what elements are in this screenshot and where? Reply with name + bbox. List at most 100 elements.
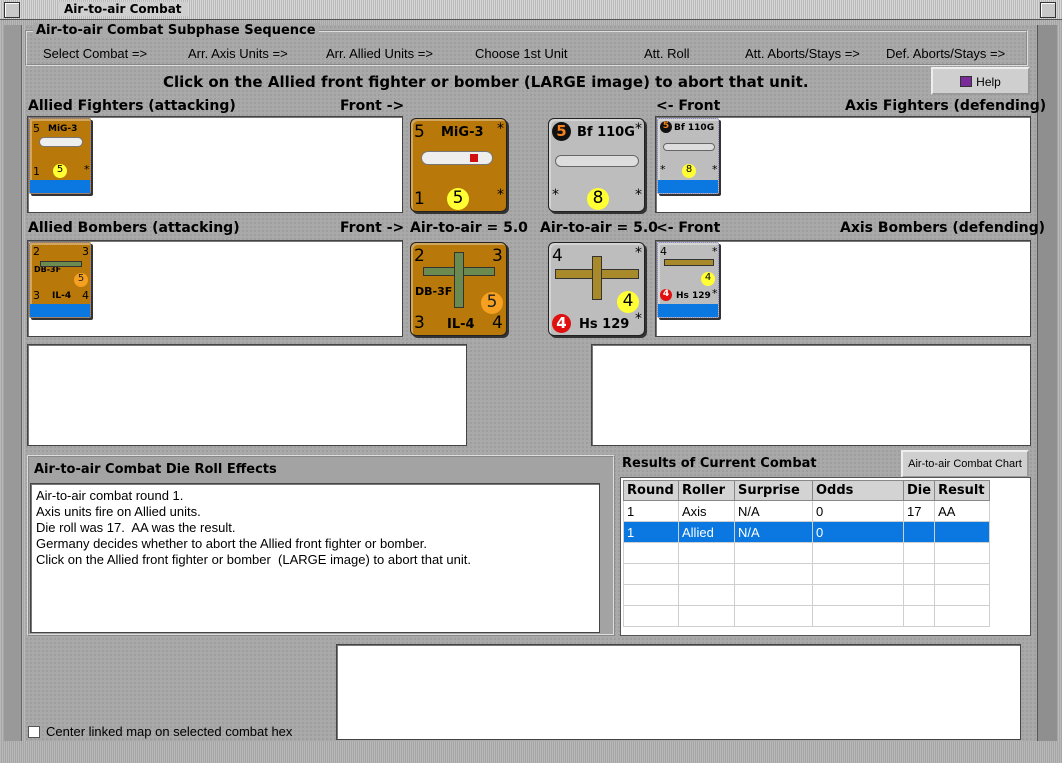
col-odds[interactable]: Odds: [812, 480, 904, 501]
counter-value: 1: [33, 165, 40, 178]
front-label-axis-fighters: <- Front: [656, 98, 721, 114]
col-surprise[interactable]: Surprise: [734, 480, 813, 501]
results-table[interactable]: Round Roller Surprise Odds Die Result 1 …: [623, 480, 991, 627]
window-title: Air-to-air Combat: [58, 2, 188, 16]
subphase-title: Air-to-air Combat Subphase Sequence: [33, 23, 319, 38]
counter-name: IL-4: [52, 291, 72, 301]
counter-name: IL-4: [447, 317, 475, 332]
air-to-air-circle: 4: [617, 291, 639, 313]
left-scrollbar[interactable]: [4, 25, 22, 741]
fighter-plane-icon: [39, 137, 83, 147]
air-to-air-circle: 5: [53, 164, 67, 178]
bomber-plane-icon: [40, 261, 82, 267]
mig3-large-counter[interactable]: 5 MiG-3 * 1 5 *: [410, 118, 507, 212]
counter-name: Bf 110G: [577, 125, 635, 140]
ground-attack-plane-icon: [664, 259, 714, 266]
die-roll-title: Air-to-air Combat Die Roll Effects: [34, 462, 277, 477]
step-arr-allied: Arr. Allied Units =>: [326, 46, 433, 61]
window-menu-button[interactable]: [4, 2, 20, 18]
counter-value: 2: [33, 245, 40, 258]
table-header-row: Round Roller Surprise Odds Die Result: [623, 480, 991, 501]
selected-bar: [30, 180, 90, 193]
step-att-aborts: Att. Aborts/Stays =>: [745, 46, 860, 61]
hs129-large-counter[interactable]: 4 * 4 4 Hs 129 *: [548, 242, 645, 336]
counter-value: 5: [414, 122, 425, 142]
col-round[interactable]: Round: [623, 480, 679, 501]
close-button[interactable]: [1040, 2, 1056, 18]
counter-value: 3: [492, 246, 503, 266]
center-map-checkbox[interactable]: [28, 726, 40, 738]
allied-info-box: [27, 344, 467, 446]
hs129-small-counter[interactable]: 4 * 4 4 Hs 129 *: [657, 242, 719, 318]
log-line: Axis units fire on Allied units.: [36, 504, 201, 519]
attack-circle: 5: [552, 122, 571, 141]
axis-air-to-air-value: Air-to-air = 5.0: [540, 220, 658, 236]
air-to-air-circle: 8: [682, 164, 696, 178]
counter-name: Hs 129: [676, 291, 711, 301]
table-row-selected[interactable]: 1 Allied N/A 0: [623, 521, 991, 543]
counter-star: *: [635, 245, 642, 261]
col-die[interactable]: Die: [902, 480, 936, 501]
counter-value: 4: [660, 245, 667, 258]
bf110g-small-counter[interactable]: 5 Bf 110G * 8 *: [657, 118, 719, 194]
counter-name: DB-3F: [415, 285, 453, 298]
cell-result: AA: [934, 500, 991, 522]
results-title: Results of Current Combat: [622, 456, 817, 471]
center-map-option[interactable]: Center linked map on selected combat hex: [28, 724, 292, 739]
cell-die: [902, 521, 936, 543]
counter-star: *: [635, 121, 642, 137]
cell-result: [934, 521, 991, 543]
step-arr-axis: Arr. Axis Units =>: [188, 46, 288, 61]
front-label-allied-fighters: Front ->: [340, 98, 405, 114]
db3f-small-counter[interactable]: 2 3 DB-3F 5 3 IL-4 4: [29, 242, 91, 318]
col-roller[interactable]: Roller: [678, 480, 735, 501]
db3f-large-counter[interactable]: 2 3 DB-3F 5 3 IL-4 4: [410, 242, 507, 336]
counter-star: *: [635, 311, 642, 327]
counter-name: Hs 129: [579, 317, 630, 332]
cell-die: 17: [902, 500, 936, 522]
front-label-allied-bombers: Front ->: [340, 220, 405, 236]
air-to-air-circle: 5: [481, 292, 503, 314]
bf110g-large-counter[interactable]: 5 Bf 110G * * 8 *: [548, 118, 645, 212]
defense-circle: 4: [660, 289, 672, 301]
die-roll-log[interactable]: Air-to-air combat round 1. Axis units fi…: [30, 483, 600, 633]
cell-roller: Axis: [678, 500, 735, 522]
counter-value: 3: [82, 245, 89, 258]
table-row[interactable]: 1 Axis N/A 0 17 AA: [623, 500, 991, 522]
counter-value: 3: [33, 289, 40, 302]
cell-odds: 0: [812, 500, 904, 522]
mig3-small-counter[interactable]: 5 MiG-3 1 5 *: [29, 118, 91, 194]
instruction-text: Click on the Allied front fighter or bom…: [163, 73, 809, 91]
counter-star: *: [712, 245, 718, 258]
counter-star: *: [497, 187, 504, 203]
cell-roller: Allied: [678, 521, 735, 543]
vertical-scrollbar[interactable]: [1037, 25, 1057, 741]
table-row-empty: [623, 542, 991, 564]
counter-star: *: [552, 187, 559, 203]
table-row-empty: [623, 605, 991, 627]
selected-bar: [658, 180, 718, 193]
air-to-air-chart-button[interactable]: Air-to-air Combat Chart: [901, 450, 1029, 478]
counter-value: 1: [414, 189, 425, 209]
help-button[interactable]: Help: [931, 67, 1030, 95]
allied-air-to-air-value: Air-to-air = 5.0: [410, 220, 528, 236]
log-line: Germany decides whether to abort the All…: [36, 536, 427, 551]
counter-star: *: [712, 163, 718, 176]
col-result[interactable]: Result: [934, 480, 991, 501]
counter-star: *: [84, 163, 90, 176]
cell-round: 1: [623, 521, 679, 543]
counter-value: 5: [33, 122, 40, 135]
air-to-air-circle: 5: [74, 273, 88, 287]
counter-star: *: [497, 121, 504, 137]
cell-surprise: N/A: [734, 500, 813, 522]
counter-star: *: [712, 287, 718, 300]
step-def-aborts: Def. Aborts/Stays =>: [886, 46, 1006, 61]
air-to-air-circle: 8: [587, 188, 609, 210]
attack-circle: 5: [660, 121, 672, 133]
allied-fighters-label: Allied Fighters (attacking): [28, 98, 236, 114]
axis-fighters-label: Axis Fighters (defending): [845, 98, 1047, 114]
cell-round: 1: [623, 500, 679, 522]
book-icon: [960, 76, 973, 87]
counter-name: Bf 110G: [674, 123, 715, 133]
help-label: Help: [976, 75, 1001, 89]
